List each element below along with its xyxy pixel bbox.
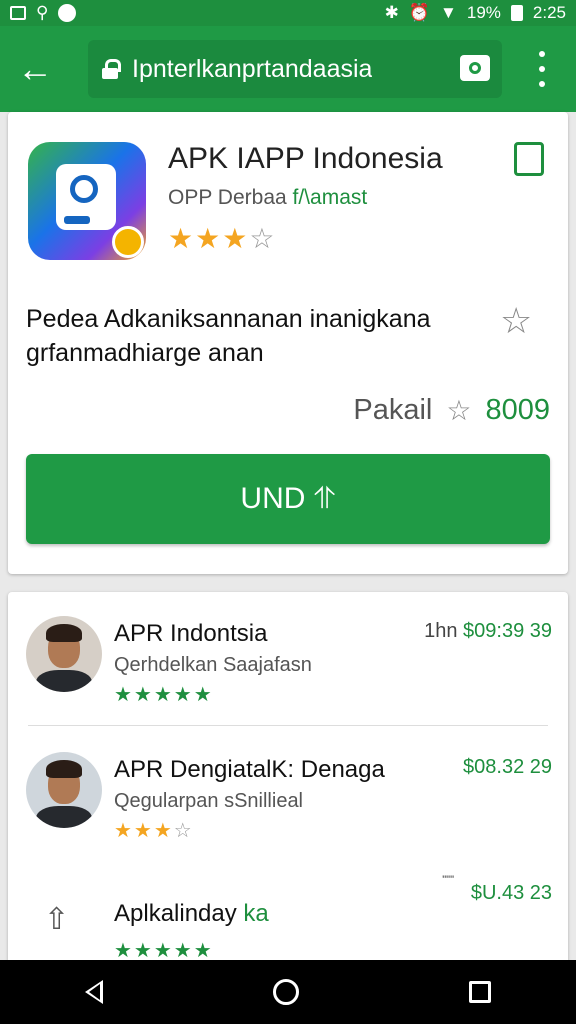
url-text: Ipnterlkanprtandaasia [132, 54, 373, 83]
app-icon [28, 142, 146, 260]
more-menu-icon[interactable] [532, 51, 552, 87]
app-rating: ★★★☆ [168, 223, 277, 254]
image-icon [10, 6, 26, 20]
reviewer-name: Aplkalinday ka [114, 900, 269, 927]
favorite-star-icon[interactable]: ☆ [500, 300, 532, 342]
reviewer-name: APR Indontsia [114, 620, 268, 647]
review-item[interactable]: APR DengiatalK: Denaga Qegularpan sSnill… [8, 728, 568, 858]
quote-mark: """ [442, 874, 454, 886]
app-card: APK IAPP Indonesia OPP Derbaa f/\amast ★… [8, 112, 568, 574]
lock-icon [102, 59, 121, 79]
battery-percent: 19% [466, 3, 501, 22]
install-button[interactable]: UND ⥣ [26, 454, 550, 544]
battery-icon [510, 5, 523, 21]
nav-recents-icon[interactable] [469, 981, 491, 1003]
review-meta: 1hn $09:39 39 [424, 620, 552, 642]
review-meta: $U.43 23 [470, 882, 552, 904]
back-arrow-icon[interactable]: ← [0, 26, 70, 112]
wifi-icon: ▼ [440, 3, 457, 22]
camera-icon[interactable] [460, 55, 490, 81]
location-icon: ⚲ [36, 3, 49, 22]
review-subtitle: Qegularpan sSnillieal [114, 790, 304, 812]
nav-back-icon[interactable] [85, 980, 103, 1004]
app-title: APK IAPP Indonesia [168, 142, 443, 175]
clock: 2:25 [532, 3, 566, 22]
avatar [26, 616, 102, 692]
browser-toolbar: ← Ipnterlkanprtandaasia [0, 26, 576, 112]
review-meta: $08.32 29 [463, 756, 552, 778]
pakai-count: 8009 [485, 394, 550, 426]
alarm-icon: ⏰ [408, 3, 431, 22]
bookmark-icon[interactable] [514, 142, 544, 176]
messenger-icon [58, 4, 77, 22]
app-description: Pedea Adkaniksannanan inanigkana grfanma… [26, 305, 431, 367]
usage-stats: Pakail ☆ 8009 [353, 394, 550, 427]
review-stars: ★★★★★ [114, 684, 214, 706]
star-icon: ☆ [446, 395, 472, 426]
review-stars: ★★★☆ [114, 820, 194, 842]
app-developer[interactable]: OPP Derbaa f/\amast [168, 186, 367, 210]
share-upload-icon: ⇧ [44, 903, 70, 936]
nav-home-icon[interactable] [273, 979, 299, 1005]
system-nav-bar [0, 960, 576, 1024]
reviewer-name: APR DengiatalK: Denaga [114, 756, 385, 783]
url-bar[interactable]: Ipnterlkanprtandaasia [88, 40, 502, 98]
bluetooth-icon: ✱ [384, 3, 399, 22]
review-item[interactable]: APR Indontsia Qerhdelkan Saajafasn ★★★★★… [8, 592, 568, 726]
avatar [26, 752, 102, 828]
review-subtitle: Qerhdelkan Saajafasn [114, 654, 312, 676]
divider [28, 725, 548, 726]
status-bar: ⚲ ✱ ⏰ ▼ 19% 2:25 [0, 0, 576, 26]
pakai-label: Pakail [353, 394, 433, 426]
